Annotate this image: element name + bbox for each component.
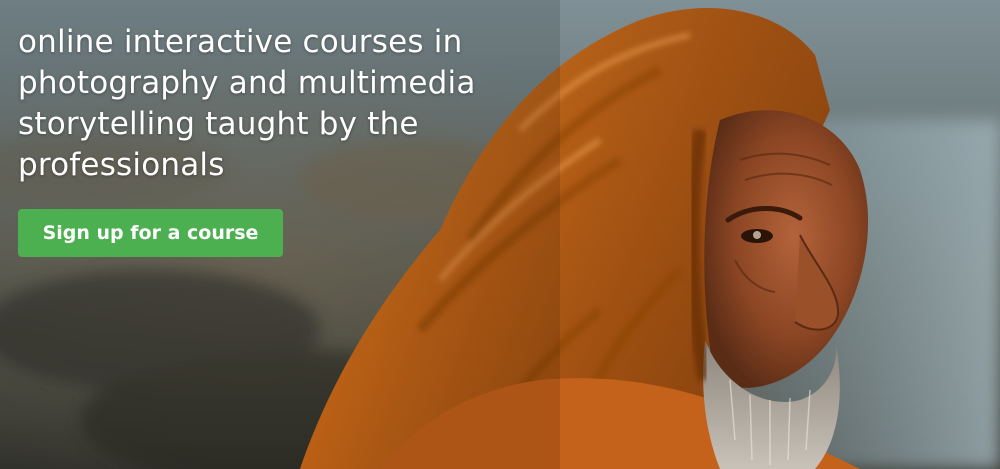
hero-banner: online interactive courses in photograph… [0, 0, 1000, 469]
sign-up-course-button[interactable]: Sign up for a course [18, 209, 283, 257]
headline: online interactive courses in photograph… [18, 24, 476, 183]
